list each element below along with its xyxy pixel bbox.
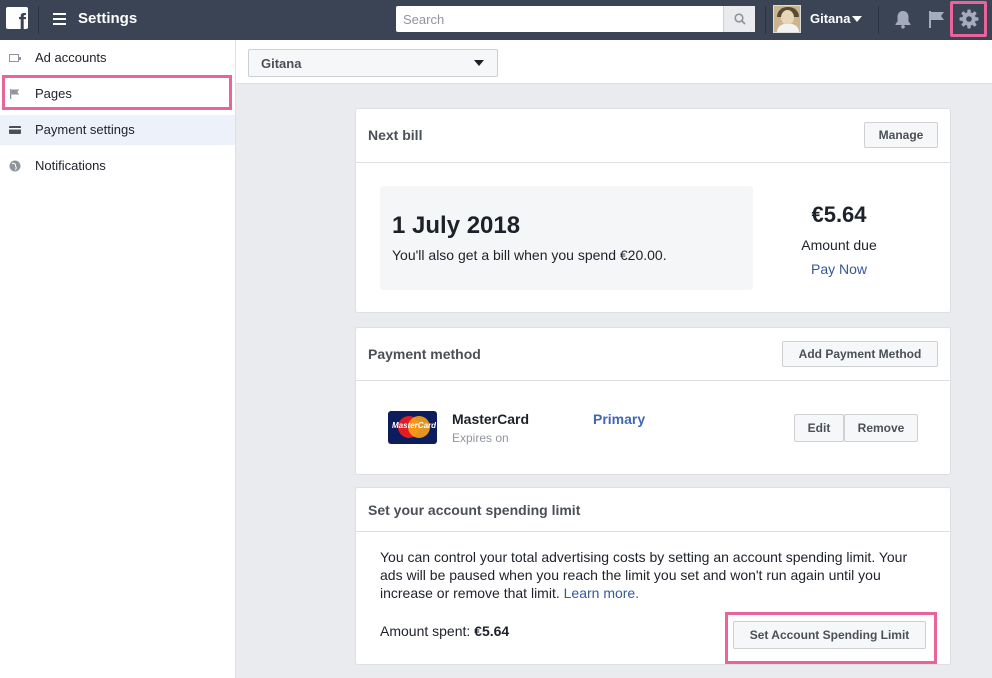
card-header: Set your account spending limit <box>356 488 950 532</box>
sidebar-item-notifications[interactable]: Notifications <box>0 151 235 181</box>
user-name[interactable]: Gitana <box>810 11 850 26</box>
card-title: Next bill <box>368 127 423 143</box>
divider <box>765 6 766 34</box>
description-text: You can control your total advertising c… <box>380 549 908 601</box>
bill-summary: 1 July 2018 You'll also get a bill when … <box>380 186 753 290</box>
amount-spent-label: Amount spent: <box>380 623 471 639</box>
sidebar-item-ad-accounts[interactable]: Ad accounts <box>0 43 235 73</box>
pay-now-link[interactable]: Pay Now <box>777 261 901 277</box>
account-selector-value: Gitana <box>261 56 302 71</box>
divider <box>38 6 39 34</box>
search-box <box>396 6 755 32</box>
globe-icon <box>9 160 21 172</box>
credit-card-icon <box>9 126 21 134</box>
account-selector-dropdown[interactable]: Gitana <box>248 49 498 77</box>
account-selector-bar: Gitana <box>236 40 992 84</box>
primary-badge: Primary <box>593 411 646 427</box>
ad-accounts-icon <box>9 54 21 62</box>
amount-due-label: Amount due <box>801 237 877 253</box>
top-navigation-bar: f Settings Gitana <box>0 0 992 40</box>
search-input[interactable] <box>396 6 722 32</box>
bell-icon[interactable] <box>892 8 914 30</box>
chevron-down-icon <box>474 60 484 66</box>
mastercard-logo-icon: MasterCard <box>388 411 437 444</box>
search-icon <box>734 13 746 25</box>
sidebar: Ad accounts Pages Payment settings Notif… <box>0 40 236 678</box>
card-expiry: Expires on <box>452 431 509 445</box>
gear-icon <box>959 9 979 29</box>
spending-limit-card: Set your account spending limit You can … <box>355 487 951 665</box>
sidebar-item-payment-settings[interactable]: Payment settings <box>0 115 235 145</box>
card-title: Set your account spending limit <box>368 502 581 518</box>
app-title: Settings <box>78 10 138 27</box>
learn-more-link[interactable]: Learn more. <box>564 585 639 601</box>
card-title: Payment method <box>368 346 481 362</box>
sidebar-item-label: Notifications <box>35 158 106 173</box>
highlight-frame <box>725 612 937 664</box>
card-header: Next bill Manage <box>356 109 950 163</box>
sidebar-item-label: Payment settings <box>35 122 135 137</box>
amount-spent: Amount spent: €5.64 <box>380 623 509 639</box>
card-name: MasterCard <box>452 411 530 427</box>
chevron-down-icon[interactable] <box>852 16 862 22</box>
add-payment-method-button[interactable]: Add Payment Method <box>782 341 938 367</box>
amount-spent-value: €5.64 <box>474 623 510 639</box>
card-header: Payment method Add Payment Method <box>356 328 950 381</box>
menu-icon[interactable] <box>53 13 66 25</box>
settings-button[interactable] <box>950 1 987 37</box>
spending-limit-description: You can control your total advertising c… <box>380 548 920 602</box>
divider <box>878 6 879 34</box>
avatar[interactable] <box>773 5 801 33</box>
highlight-frame <box>2 75 232 110</box>
search-button[interactable] <box>723 6 755 32</box>
amount-due-value: €5.64 <box>811 202 867 227</box>
bill-threshold-text: You'll also get a bill when you spend €2… <box>392 247 667 263</box>
payment-method-card: Payment method Add Payment Method Master… <box>355 327 951 475</box>
remove-button[interactable]: Remove <box>844 414 918 442</box>
edit-button[interactable]: Edit <box>794 414 844 442</box>
manage-button[interactable]: Manage <box>864 122 938 148</box>
mastercard-logo-text: MasterCard <box>392 421 437 430</box>
next-bill-card: Next bill Manage 1 July 2018 You'll also… <box>355 108 951 313</box>
bill-date: 1 July 2018 <box>392 212 521 239</box>
sidebar-item-label: Ad accounts <box>35 50 107 65</box>
flag-icon[interactable] <box>926 8 948 30</box>
facebook-logo-icon[interactable]: f <box>6 7 28 29</box>
